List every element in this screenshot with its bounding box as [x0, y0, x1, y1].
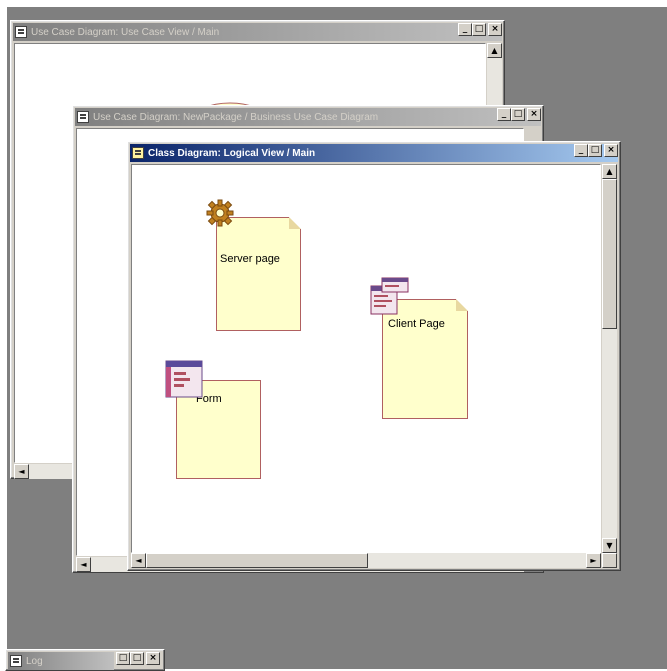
- window-controls: _ □ ×: [497, 108, 541, 121]
- log-icon: [10, 655, 22, 667]
- note-fold: [289, 217, 301, 229]
- window-controls: □ □ ×: [116, 652, 160, 665]
- note-fold: [456, 299, 468, 311]
- element-label: Server page: [220, 253, 280, 265]
- client-page-element[interactable]: Client Page: [382, 299, 468, 419]
- close-button[interactable]: ×: [488, 23, 502, 36]
- scroll-up-button[interactable]: ▲: [487, 43, 502, 58]
- class-diagram-window[interactable]: Class Diagram: Logical View / Main _ □ ×…: [127, 141, 621, 571]
- minimize-button[interactable]: _: [574, 144, 588, 157]
- window-title: Log: [26, 655, 43, 667]
- scroll-right-button[interactable]: ►: [586, 553, 601, 568]
- size-grip[interactable]: [602, 553, 617, 568]
- maximize-button[interactable]: □: [511, 108, 525, 121]
- close-button[interactable]: ×: [527, 108, 541, 121]
- close-button[interactable]: ×: [604, 144, 618, 157]
- scroll-thumb[interactable]: [602, 179, 617, 329]
- scroll-left-button[interactable]: ◄: [76, 557, 91, 572]
- diagram-icon: [77, 111, 89, 123]
- element-label: Client Page: [388, 318, 445, 330]
- vertical-scrollbar[interactable]: ▲ ▼: [602, 164, 617, 553]
- class-diagram-icon: [132, 147, 144, 159]
- scroll-left-button[interactable]: ◄: [14, 464, 29, 479]
- maximize-button[interactable]: □: [130, 652, 144, 665]
- window-title: Use Case Diagram: Use Case View / Main: [31, 26, 220, 38]
- scroll-left-button[interactable]: ◄: [131, 553, 146, 568]
- mdi-workspace: Use Case Diagram: Use Case View / Main _…: [5, 7, 667, 671]
- window-controls: _ □ ×: [458, 23, 502, 36]
- form-icon: [165, 360, 203, 398]
- scroll-up-button[interactable]: ▲: [602, 164, 617, 179]
- horizontal-scrollbar[interactable]: ◄ ►: [131, 553, 601, 568]
- maximize-button[interactable]: □: [588, 144, 602, 157]
- close-button[interactable]: ×: [146, 652, 160, 665]
- minimize-button[interactable]: _: [497, 108, 511, 121]
- business-use-case-titlebar[interactable]: Use Case Diagram: NewPackage / Business …: [75, 108, 541, 126]
- scroll-down-button[interactable]: ▼: [602, 538, 617, 553]
- window-controls: _ □ ×: [574, 144, 618, 157]
- diagram-canvas[interactable]: Server page Client Page Form: [131, 164, 601, 553]
- client-page-icon: [370, 277, 409, 315]
- server-page-element[interactable]: Server page: [216, 217, 301, 331]
- restore-button[interactable]: □: [116, 652, 130, 665]
- log-window-minimized[interactable]: Log □ □ ×: [5, 649, 165, 671]
- maximize-button[interactable]: □: [472, 23, 486, 36]
- log-titlebar[interactable]: Log: [8, 652, 114, 670]
- gear-icon: [206, 199, 234, 227]
- class-diagram-titlebar[interactable]: Class Diagram: Logical View / Main: [130, 144, 618, 162]
- window-title: Class Diagram: Logical View / Main: [148, 147, 316, 159]
- use-case-main-titlebar[interactable]: Use Case Diagram: Use Case View / Main: [13, 23, 502, 41]
- minimize-button[interactable]: _: [458, 23, 472, 36]
- scroll-thumb[interactable]: [146, 553, 368, 568]
- window-title: Use Case Diagram: NewPackage / Business …: [93, 111, 379, 123]
- diagram-icon: [15, 26, 27, 38]
